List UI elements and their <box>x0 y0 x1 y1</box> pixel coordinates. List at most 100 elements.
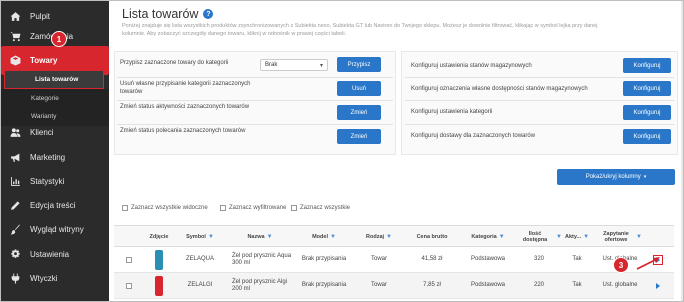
cell-qty: 320 <box>533 256 544 263</box>
product-image <box>155 250 163 270</box>
brush-icon <box>8 223 22 237</box>
sidebar-item-label: Pulpit <box>30 12 51 21</box>
filter-icon[interactable]: ▼ <box>499 234 505 241</box>
row-checkbox[interactable] <box>122 247 136 273</box>
column-header-kategoria[interactable]: Kategoria ▼ <box>460 226 516 248</box>
select-visible-checkbox[interactable]: Zaznacz wszystkie widoczne <box>122 205 208 211</box>
cell-active: Tak <box>572 256 582 263</box>
sidebar-item-wyglad-witryny[interactable]: Wygląd witryny <box>1 216 109 243</box>
cell-category: Podstawowa <box>470 256 506 263</box>
configure-availability-button[interactable]: Konfiguruj <box>623 81 671 96</box>
divider <box>117 124 393 125</box>
filter-icon[interactable]: ▼ <box>386 234 392 241</box>
table-row[interactable]: ZELAQUA Żel pod prysznic Aqua 300 ml Bra… <box>114 247 674 273</box>
column-header-aktywny[interactable]: Akty... ▼ <box>562 226 592 248</box>
column-header-cena[interactable]: Cena brutto <box>404 226 460 248</box>
main-content: Lista towarów ? Poniżej znajduje się lis… <box>109 1 683 301</box>
step-badge-1: 1 <box>51 31 67 47</box>
product-image <box>155 276 163 296</box>
header-label: Zdjęcie <box>149 233 169 240</box>
cell-price: 41,58 zł <box>421 256 443 263</box>
assign-button[interactable]: Przypisz <box>337 57 381 72</box>
page-description: Poniżej znajduje się lista wszystkich pr… <box>122 23 598 37</box>
sidebar-item-label: Ustawienia <box>30 250 70 259</box>
cart-icon <box>8 30 22 44</box>
help-icon[interactable]: ? <box>203 9 214 19</box>
recommend-label: Zmień status polecania zaznaczonych towa… <box>120 128 246 134</box>
stock-config-label: Konfiguruj ustawienia stanów magazynowyc… <box>411 63 532 69</box>
divider <box>117 77 393 78</box>
header-label: Rodzaj <box>366 233 385 240</box>
configure-stock-button[interactable]: Konfiguruj <box>623 58 671 73</box>
column-header-symbol[interactable]: Symbol ▼ <box>174 226 226 248</box>
checkbox-box <box>220 205 226 211</box>
sidebar-subitem-lista-towarow[interactable]: Lista towarów <box>4 70 104 89</box>
details-link[interactable] <box>650 273 666 299</box>
header-label: Akty... <box>564 233 582 240</box>
sidebar-item-label: Wtyczki <box>30 274 58 283</box>
remove-category-label: Usuń własne przypisanie kategorii zaznac… <box>120 81 251 95</box>
play-icon[interactable] <box>656 283 660 289</box>
step-badge-3: 3 <box>613 257 629 273</box>
sidebar-item-ustawienia[interactable]: Ustawienia <box>1 241 109 268</box>
header-label: Ilość dostępna <box>522 230 548 244</box>
chart-icon <box>8 175 22 189</box>
cell-symbol: ZELAQUA <box>185 256 214 263</box>
sidebar-item-label: Klienci <box>30 128 54 137</box>
configure-category-button[interactable]: Konfiguruj <box>623 105 671 120</box>
filter-icon[interactable]: ▼ <box>208 234 214 241</box>
column-header-ilosc[interactable]: Ilość dostępna ▼ <box>516 226 562 248</box>
filter-icon[interactable]: ▼ <box>330 234 336 241</box>
filter-icon[interactable]: ▼ <box>636 234 642 241</box>
cell-qty: 220 <box>533 282 544 289</box>
change-recommend-button[interactable]: Zmień <box>337 129 381 144</box>
sidebar-item-klienci[interactable]: Klienci <box>1 119 109 146</box>
category-select[interactable]: Brak ▾ <box>260 59 328 71</box>
sidebar-item-label: Edycja treści <box>30 201 76 210</box>
assign-category-label: Przypisz zaznaczone towary do kategorii <box>120 60 229 66</box>
sidebar-item-edycja-tresci[interactable]: Edycja treści <box>1 192 109 219</box>
toggle-columns-label: Pokaż/ukryj kolumny <box>585 174 641 180</box>
cell-type: Towar <box>370 256 387 263</box>
stock-config-row: Konfiguruj ustawienia stanów magazynowyc… <box>411 63 532 71</box>
annotation-arrow-icon <box>636 257 660 270</box>
change-activity-button[interactable]: Zmień <box>337 105 381 120</box>
divider <box>117 100 393 101</box>
checkbox-label: Zaznacz wyfiltrowane <box>229 205 287 211</box>
sidebar-subitem-kategorie[interactable]: Kategorie <box>1 89 109 108</box>
sidebar-item-statystyki[interactable]: Statystyki <box>1 168 109 195</box>
delivery-config-label: Konfiguruj dostawy dla zaznaczonych towa… <box>411 133 536 139</box>
checkbox-label: Zaznacz wszystkie <box>300 205 351 211</box>
activity-label: Zmień status aktywności zaznaczonych tow… <box>120 104 250 110</box>
remove-category-row: Usuń własne przypisanie kategorii zaznac… <box>120 81 260 96</box>
megaphone-icon <box>8 151 22 165</box>
product-photo <box>144 273 174 299</box>
column-header-rodzaj[interactable]: Rodzaj ▼ <box>354 226 404 248</box>
table-header: Zdjęcie Symbol ▼ Nazwa ▼ Model ▼ Rodzaj ▼ Ce… <box>114 225 674 247</box>
assign-category-row: Przypisz zaznaczone towary do kategorii <box>120 60 260 68</box>
column-header-zapytanie[interactable]: Zapytanie ofertowe ▼ <box>592 226 648 248</box>
table-row[interactable]: ZELALGI Żel pod prysznic Algi 200 ml Bra… <box>114 273 674 299</box>
sidebar-subitem-label: Kategorie <box>31 95 59 102</box>
filter-icon[interactable]: ▼ <box>583 234 589 241</box>
pencil-icon <box>8 199 22 213</box>
row-checkbox[interactable] <box>122 273 136 299</box>
remove-button[interactable]: Usuń <box>337 81 381 96</box>
sidebar-item-wtyczki[interactable]: Wtyczki <box>1 265 109 292</box>
sidebar-item-label: Wygląd witryny <box>30 225 84 234</box>
header-label: Kategoria <box>471 233 497 240</box>
select-all-checkbox[interactable]: Zaznacz wszystkie <box>291 205 350 211</box>
configure-delivery-button[interactable]: Konfiguruj <box>623 129 671 144</box>
users-icon <box>8 126 22 140</box>
sidebar-item-marketing[interactable]: Marketing <box>1 144 109 171</box>
category-config-label: Konfiguruj ustawienia kategorii <box>411 109 493 115</box>
toggle-columns-button[interactable]: Pokaż/ukryj kolumny ▾ <box>557 169 675 185</box>
column-header-nazwa[interactable]: Nazwa ▼ <box>226 226 294 248</box>
column-header-model[interactable]: Model ▼ <box>294 226 354 248</box>
select-filtered-checkbox[interactable]: Zaznacz wyfiltrowane <box>220 205 286 211</box>
cell-category: Podstawowa <box>470 282 506 289</box>
filter-icon[interactable]: ▼ <box>267 234 273 241</box>
plug-icon <box>8 272 22 286</box>
recommend-row: Zmień status polecania zaznaczonych towa… <box>120 128 260 136</box>
category-select-value: Brak <box>265 62 278 68</box>
